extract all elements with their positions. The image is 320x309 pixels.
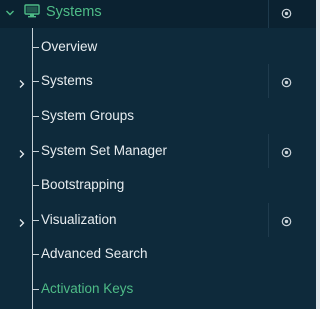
- nav-item-visualization[interactable]: Visualization: [0, 203, 316, 237]
- nav-item-activation-keys[interactable]: Activation Keys: [0, 272, 316, 306]
- nav-item-label: Activation Keys: [41, 281, 134, 296]
- chevron-down-icon[interactable]: [5, 5, 15, 23]
- nav-item-label: Visualization: [41, 212, 117, 227]
- nav-item-label: System Set Manager: [41, 143, 168, 158]
- tree-branch: [32, 81, 39, 82]
- nav-item-system-set-manager[interactable]: System Set Manager: [0, 134, 316, 168]
- nav-item-label: Systems: [41, 73, 93, 88]
- divider: [268, 64, 269, 98]
- nav-item-system-groups[interactable]: System Groups: [0, 99, 316, 133]
- pin-icon[interactable]: [281, 145, 292, 163]
- nav-item-label: Bootstrapping: [41, 177, 125, 192]
- divider: [268, 134, 269, 168]
- tree-branch: [32, 289, 39, 290]
- divider: [268, 0, 269, 28]
- tree-branch: [32, 116, 39, 117]
- nav-item-label: Overview: [41, 39, 98, 54]
- tree-branch: [32, 47, 39, 48]
- chevron-right-icon[interactable]: [18, 215, 26, 233]
- nav-item-label: Advanced Search: [41, 246, 148, 261]
- chevron-right-icon[interactable]: [18, 76, 26, 94]
- page-edge: [316, 0, 320, 309]
- sidebar-nav: Systems Overview Systems System Groups S…: [0, 0, 316, 309]
- nav-item-bootstrapping[interactable]: Bootstrapping: [0, 168, 316, 202]
- divider: [268, 203, 269, 237]
- pin-icon[interactable]: [281, 75, 292, 93]
- tree-branch: [32, 185, 39, 186]
- pin-icon[interactable]: [281, 214, 292, 232]
- tree-branch: [32, 254, 39, 255]
- nav-item-overview[interactable]: Overview: [0, 30, 316, 64]
- nav-item-systems[interactable]: Systems: [0, 64, 316, 98]
- chevron-right-icon[interactable]: [18, 146, 26, 164]
- tree-branch: [32, 220, 39, 221]
- monitor-icon: [24, 4, 40, 23]
- tree-branch: [32, 151, 39, 152]
- nav-section-systems[interactable]: Systems: [0, 0, 316, 28]
- nav-item-advanced-search[interactable]: Advanced Search: [0, 237, 316, 271]
- nav-item-label: System Groups: [41, 108, 135, 123]
- section-label: Systems: [46, 4, 102, 20]
- pin-icon[interactable]: [281, 6, 292, 24]
